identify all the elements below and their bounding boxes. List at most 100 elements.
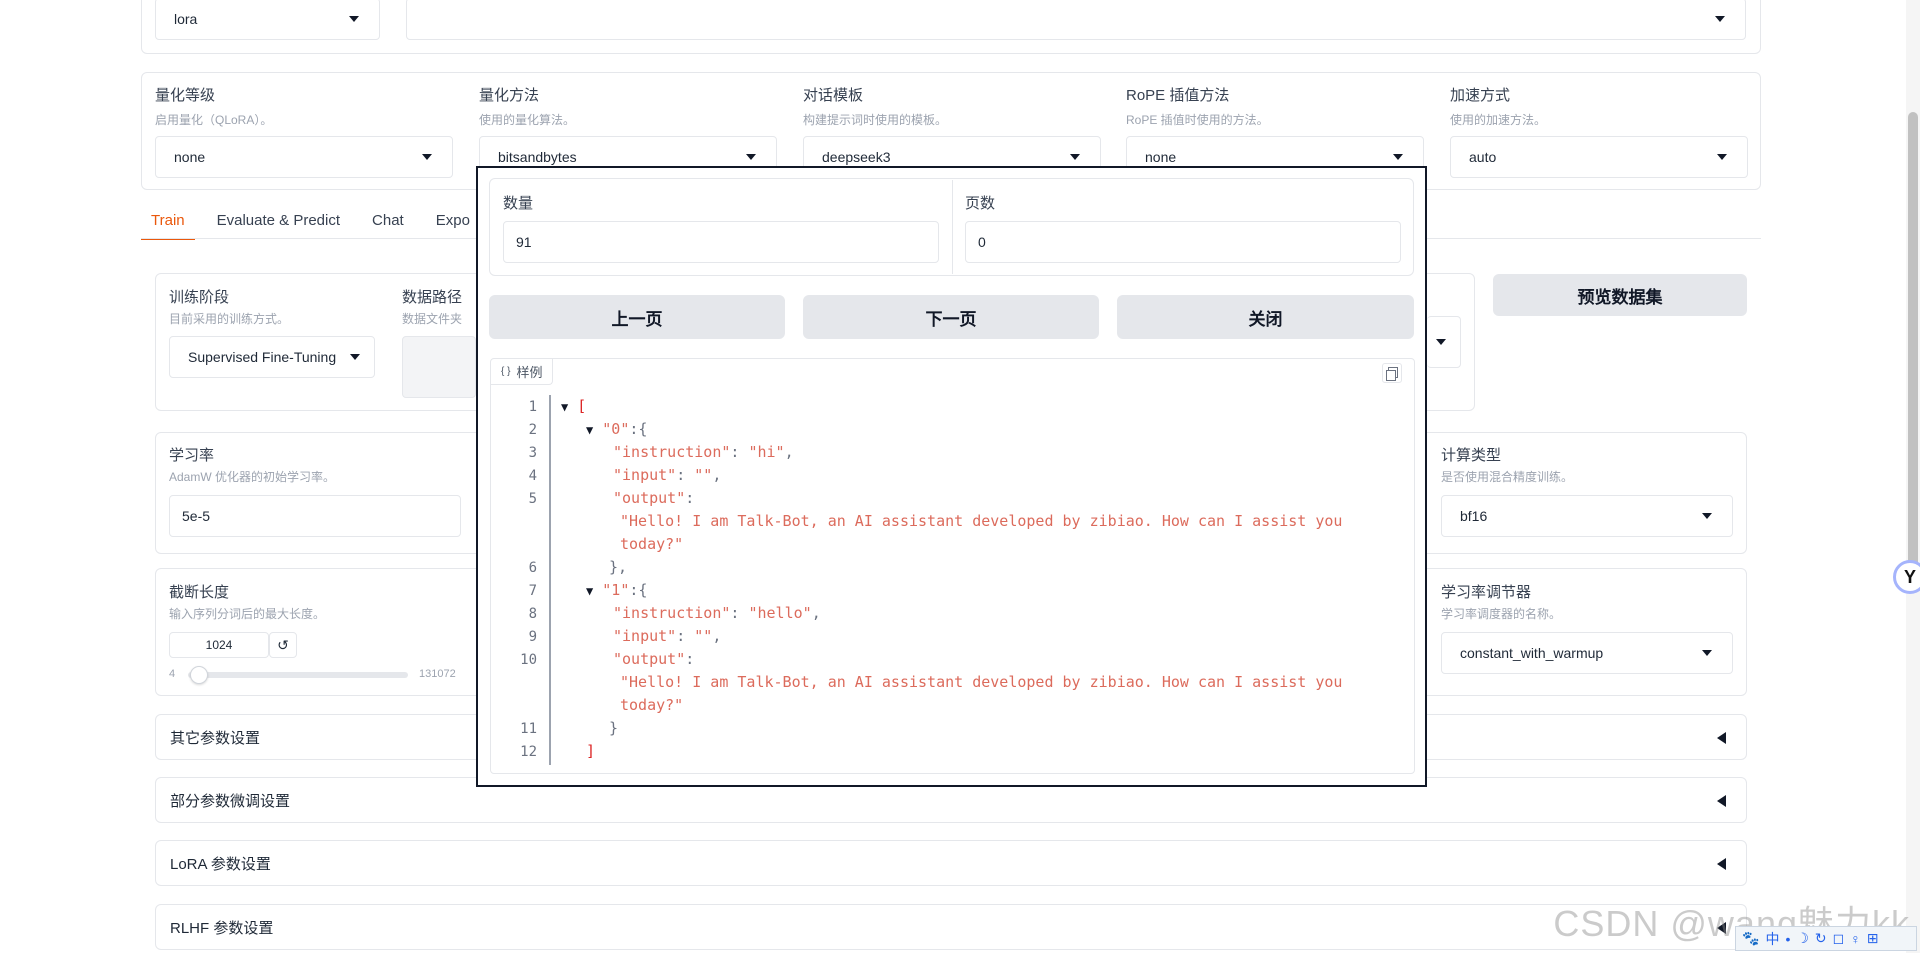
adapter-path-select[interactable] [406,0,1746,40]
code-line-6: }, [609,558,628,576]
record-key: "1" [602,581,630,599]
chinese-mode-icon[interactable]: 中 [1765,929,1779,949]
code-line-2: ▼ "0":{ [586,420,648,438]
code-line-12: ] [586,742,596,760]
next-page-button[interactable]: 下一页 [803,295,1099,339]
cutoff-slider[interactable] [188,672,408,678]
code-line-5a: "Hello! I am Talk-Bot, an AI assistant d… [620,512,1342,530]
compute-type-select[interactable]: bf16 [1441,495,1733,537]
prev-page-button[interactable]: 上一页 [489,295,785,339]
record-key: "0" [602,420,630,438]
code-line-11: } [609,719,619,737]
accordion-lora-settings[interactable]: LoRA 参数设置 [155,840,1747,886]
chevron-down-icon [1702,513,1712,519]
cutoff-number-input[interactable]: 1024 [169,632,269,658]
page-scrollbar[interactable] [1906,0,1920,953]
reset-icon: ↺ [277,636,289,653]
ime-toolbar: 🐾 中 • ☽ ↻ ◻ ♀ ⊞ [1735,926,1917,951]
accordion-label: 部分参数微调设置 [170,792,291,810]
cutoff-label: 截断长度 [169,584,230,601]
code-line-8: "instruction": "hello", [613,604,821,622]
count-label: 数量 [503,195,534,212]
quant-bit-select[interactable]: none [155,136,453,178]
main-tabs: Train Evaluate & Predict Chat Expo [141,206,492,240]
cutoff-max: 131072 [419,668,456,680]
chevron-down-icon [349,16,359,22]
page-value: 0 [978,234,986,250]
collapse-arrow-icon[interactable]: ▼ [561,400,568,414]
json-viewer: { } 样例 1 2 3 4 5 6 7 8 9 10 11 12 ▼ [ ▼ … [490,358,1415,774]
rope-label: RoPE 插值方法 [1126,87,1230,104]
json-key-input: "input" [613,466,677,484]
dataset-select-edge[interactable] [1427,316,1461,368]
dot-icon[interactable]: • [1785,931,1790,947]
tab-train[interactable]: Train [141,206,195,240]
chevron-down-icon [1715,16,1725,22]
booster-select[interactable]: auto [1450,136,1748,178]
line-number: 12 [520,744,537,760]
json-key-instruction: "instruction" [613,443,731,461]
accordion-rlhf-settings[interactable]: RLHF 参数设置 [155,904,1747,950]
code-line-3: "instruction": "hi", [613,443,794,461]
lr-input[interactable]: 5e-5 [169,495,461,537]
cutoff-info: 输入序列分词后的最大长度。 [169,607,326,621]
booster-info: 使用的加速方法。 [1450,113,1547,127]
code-line-4: "input": "", [613,466,722,484]
user-icon[interactable]: ♀ [1850,931,1861,947]
lr-label: 学习率 [169,447,215,464]
moon-icon[interactable]: ☽ [1796,930,1809,947]
template-info: 构建提示词时使用的模板。 [803,113,948,127]
stage-value: Supervised Fine-Tuning [188,349,337,365]
collapse-arrow-icon[interactable]: ▼ [586,423,593,437]
dataset-preview-modal: 数量 91 页数 0 上一页 下一页 关闭 { } 样例 1 2 3 4 5 6… [476,166,1427,787]
copy-icon[interactable] [1382,363,1402,383]
scheduler-value: constant_with_warmup [1460,645,1604,661]
data-path-input[interactable] [402,336,476,398]
finetune-method-select[interactable]: lora [155,0,380,40]
stage-label: 训练阶段 [169,289,230,306]
assistant-float-icon[interactable]: Y [1893,560,1920,594]
chevron-down-icon [350,354,360,360]
count-input[interactable]: 91 [503,221,939,263]
code-line-5b: today?" [620,535,683,553]
collapse-arrow-icon[interactable]: ▼ [586,584,593,598]
tab-evaluate-predict[interactable]: Evaluate & Predict [207,206,350,240]
accordion-label: LoRA 参数设置 [170,855,271,873]
page-input[interactable]: 0 [965,221,1401,263]
json-value: "" [694,466,713,484]
cutoff-slider-thumb[interactable] [189,666,208,684]
scrollbar-thumb[interactable] [1908,112,1918,572]
json-value: "Hello! I am Talk-Bot, an AI assistant d… [620,512,1343,530]
square-icon[interactable]: ◻ [1833,930,1845,947]
cutoff-value: 1024 [205,638,233,652]
refresh-icon[interactable]: ↻ [1815,930,1827,947]
grid-icon[interactable]: ⊞ [1867,930,1879,947]
rope-value: none [1145,149,1177,165]
code-line-10b: today?" [620,696,683,714]
accordion-label: RLHF 参数设置 [170,919,274,937]
quant-method-info: 使用的量化算法。 [479,113,576,127]
stage-select[interactable]: Supervised Fine-Tuning [169,336,375,378]
scheduler-select[interactable]: constant_with_warmup [1441,632,1733,674]
compute-type-value: bf16 [1460,508,1488,524]
field-divider [952,180,953,274]
template-value: deepseek3 [822,149,891,165]
json-code: ▼ [ ▼ "0":{ "instruction": "hi", "input"… [491,359,1342,760]
stage-info: 目前采用的训练方式。 [169,312,290,326]
tab-chat[interactable]: Chat [362,206,414,240]
json-key-instruction: "instruction" [613,604,731,622]
paw-icon[interactable]: 🐾 [1742,930,1759,947]
quant-bit-label: 量化等级 [155,87,216,104]
preview-dataset-button[interactable]: 预览数据集 [1493,274,1747,316]
code-line-1: ▼ [ [561,397,587,415]
code-line-7: ▼ "1":{ [586,581,648,599]
rope-info: RoPE 插值时使用的方法。 [1126,113,1269,127]
scheduler-label: 学习率调节器 [1441,584,1532,601]
compute-type-info: 是否使用混合精度训练。 [1441,470,1574,484]
tab-export[interactable]: Expo [426,206,480,240]
gutter-divider [549,395,551,765]
json-value: "hi" [748,443,785,461]
compute-type-label: 计算类型 [1441,447,1502,464]
close-button[interactable]: 关闭 [1117,295,1414,339]
cutoff-reset-button[interactable]: ↺ [269,632,297,658]
